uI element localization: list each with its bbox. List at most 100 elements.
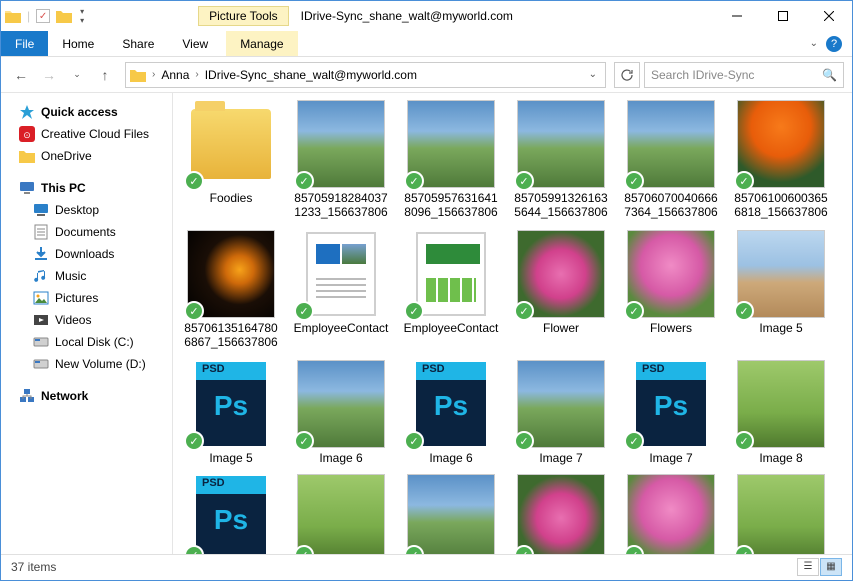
sidebar-item-onedrive[interactable]: OneDrive <box>5 145 168 167</box>
minimize-button[interactable] <box>714 1 760 31</box>
file-name-label: 857059182840371233_1566378061 <box>293 191 389 221</box>
file-item[interactable]: ✓Foodies <box>183 99 279 221</box>
file-item[interactable]: ✓Image 10 <box>513 473 609 554</box>
cc-icon: ⊙ <box>19 126 35 142</box>
file-item[interactable]: ✓EmployeeContact <box>293 229 389 351</box>
sync-badge-icon: ✓ <box>404 171 424 191</box>
search-input[interactable]: Search IDrive-Sync 🔍 <box>644 62 844 88</box>
sidebar-item-label: Music <box>55 269 86 283</box>
file-name-label: Image 6 <box>293 451 389 465</box>
back-button[interactable]: ← <box>9 63 33 87</box>
network-icon <box>19 388 35 404</box>
file-name-label: Image 7 <box>623 451 719 465</box>
pictures-icon <box>33 290 49 306</box>
navigation-pane[interactable]: Quick access⊙Creative Cloud Files OneDriv… <box>1 93 173 554</box>
sidebar-item-label: Downloads <box>55 247 114 261</box>
tab-home[interactable]: Home <box>48 31 108 56</box>
address-dropdown-icon[interactable]: ⌄ <box>585 69 601 80</box>
file-item[interactable]: ✓Image 9 <box>403 473 499 554</box>
file-item[interactable]: ✓857060700406667364_1566378061 <box>623 99 719 221</box>
chevron-right-icon[interactable]: › <box>152 69 155 80</box>
file-item[interactable]: ✓Image 9 <box>293 473 389 554</box>
tab-view[interactable]: View <box>168 31 222 56</box>
close-button[interactable] <box>806 1 852 31</box>
sync-badge-icon: ✓ <box>294 171 314 191</box>
file-name-label: Flowers <box>623 321 719 335</box>
sidebar-item-music[interactable]: Music <box>5 265 168 287</box>
tab-share[interactable]: Share <box>108 31 168 56</box>
file-item[interactable]: PSDPs✓Image 6 <box>403 359 499 465</box>
file-item[interactable]: ✓857059182840371233_1566378061 <box>293 99 389 221</box>
file-item[interactable]: ✓Flowers <box>623 229 719 351</box>
address-bar[interactable]: › Anna › IDrive-Sync_shane_walt@myworld.… <box>125 62 606 88</box>
sidebar-item-creative-cloud-files[interactable]: ⊙Creative Cloud Files <box>5 123 168 145</box>
search-placeholder: Search IDrive-Sync <box>651 68 754 82</box>
item-count: 37 items <box>11 560 56 574</box>
refresh-button[interactable] <box>614 62 640 88</box>
sidebar-item-downloads[interactable]: Downloads <box>5 243 168 265</box>
sidebar-item-local-disk-c-[interactable]: Local Disk (C:) <box>5 331 168 353</box>
chevron-right-icon[interactable]: › <box>195 69 198 80</box>
sidebar-item-new-volume-d-[interactable]: New Volume (D:) <box>5 353 168 375</box>
sidebar-item-pictures[interactable]: Pictures <box>5 287 168 309</box>
tab-manage[interactable]: Manage <box>226 31 297 56</box>
disk-icon <box>33 356 49 372</box>
sync-badge-icon: ✓ <box>624 171 644 191</box>
file-item[interactable]: ✓Image 10 <box>623 473 719 554</box>
sync-badge-icon: ✓ <box>624 301 644 321</box>
file-item[interactable]: PSDPs✓Image 8 <box>183 473 279 554</box>
svg-text:⊙: ⊙ <box>23 130 31 140</box>
file-name-label: Image 8 <box>733 451 829 465</box>
sidebar-item-videos[interactable]: Videos <box>5 309 168 331</box>
qat-separator: | <box>27 9 30 23</box>
star-icon <box>19 104 35 120</box>
sidebar-item-quick-access[interactable]: Quick access <box>5 101 168 123</box>
file-item[interactable]: ✓Image 7 <box>513 359 609 465</box>
sync-badge-icon: ✓ <box>514 171 534 191</box>
file-item[interactable]: ✓857059913261635644_1566378061 <box>513 99 609 221</box>
file-item[interactable]: ✓Image 5 <box>733 229 829 351</box>
sync-badge-icon: ✓ <box>514 301 534 321</box>
file-item[interactable]: ✓EmployeeContact <box>403 229 499 351</box>
file-item[interactable]: PSDPs✓Image 7 <box>623 359 719 465</box>
up-button[interactable]: ↑ <box>93 63 117 87</box>
thumbnails-view-button[interactable]: ▦ <box>820 558 842 576</box>
breadcrumb-segment[interactable]: IDrive-Sync_shane_walt@myworld.com <box>205 68 417 82</box>
sidebar-item-desktop[interactable]: Desktop <box>5 199 168 221</box>
file-list-pane[interactable]: ✓Foodies✓857059182840371233_1566378061✓8… <box>173 93 852 554</box>
file-item[interactable]: ✓857061351647806867_1566378061 <box>183 229 279 351</box>
sync-badge-icon: ✓ <box>184 431 204 451</box>
breadcrumb-segment[interactable]: Anna <box>161 68 189 82</box>
expand-ribbon-icon[interactable]: ⌄ <box>810 38 818 49</box>
file-item[interactable]: ✓857059576316418096_1566378061 <box>403 99 499 221</box>
details-view-button[interactable]: ☰ <box>797 558 819 576</box>
search-icon: 🔍 <box>822 68 837 82</box>
folder-icon[interactable] <box>5 8 21 24</box>
qat-dropdown-icon[interactable]: ▾▾ <box>80 7 84 25</box>
sidebar-item-documents[interactable]: Documents <box>5 221 168 243</box>
file-item[interactable]: ✓Image 6 <box>293 359 389 465</box>
window-title: IDrive-Sync_shane_walt@myworld.com <box>301 9 513 23</box>
file-item[interactable]: ✓Image 11 <box>733 473 829 554</box>
sync-badge-icon: ✓ <box>514 431 534 451</box>
file-item[interactable]: ✓857061006003656818_1566378061 <box>733 99 829 221</box>
sidebar-item-label: OneDrive <box>41 149 92 163</box>
file-tab[interactable]: File <box>1 31 48 56</box>
help-icon[interactable]: ? <box>826 36 842 52</box>
folder-icon <box>130 67 146 83</box>
sidebar-item-network[interactable]: Network <box>5 385 168 407</box>
file-item[interactable]: PSDPs✓Image 5 <box>183 359 279 465</box>
file-name-label: 857061351647806867_1566378061 <box>183 321 279 351</box>
sidebar-item-label: Videos <box>55 313 91 327</box>
file-item[interactable]: ✓Image 8 <box>733 359 829 465</box>
maximize-button[interactable] <box>760 1 806 31</box>
sidebar-item-label: Local Disk (C:) <box>55 335 134 349</box>
sidebar-item-this-pc[interactable]: This PC <box>5 177 168 199</box>
file-item[interactable]: ✓Flower <box>513 229 609 351</box>
context-tab-label: Picture Tools <box>198 6 288 26</box>
forward-button[interactable]: → <box>37 63 61 87</box>
folder-icon[interactable] <box>56 8 72 24</box>
checkbox-icon[interactable]: ✓ <box>36 9 50 23</box>
recent-dropdown[interactable]: ⌄ <box>65 63 89 87</box>
sidebar-item-label: Network <box>41 389 88 403</box>
